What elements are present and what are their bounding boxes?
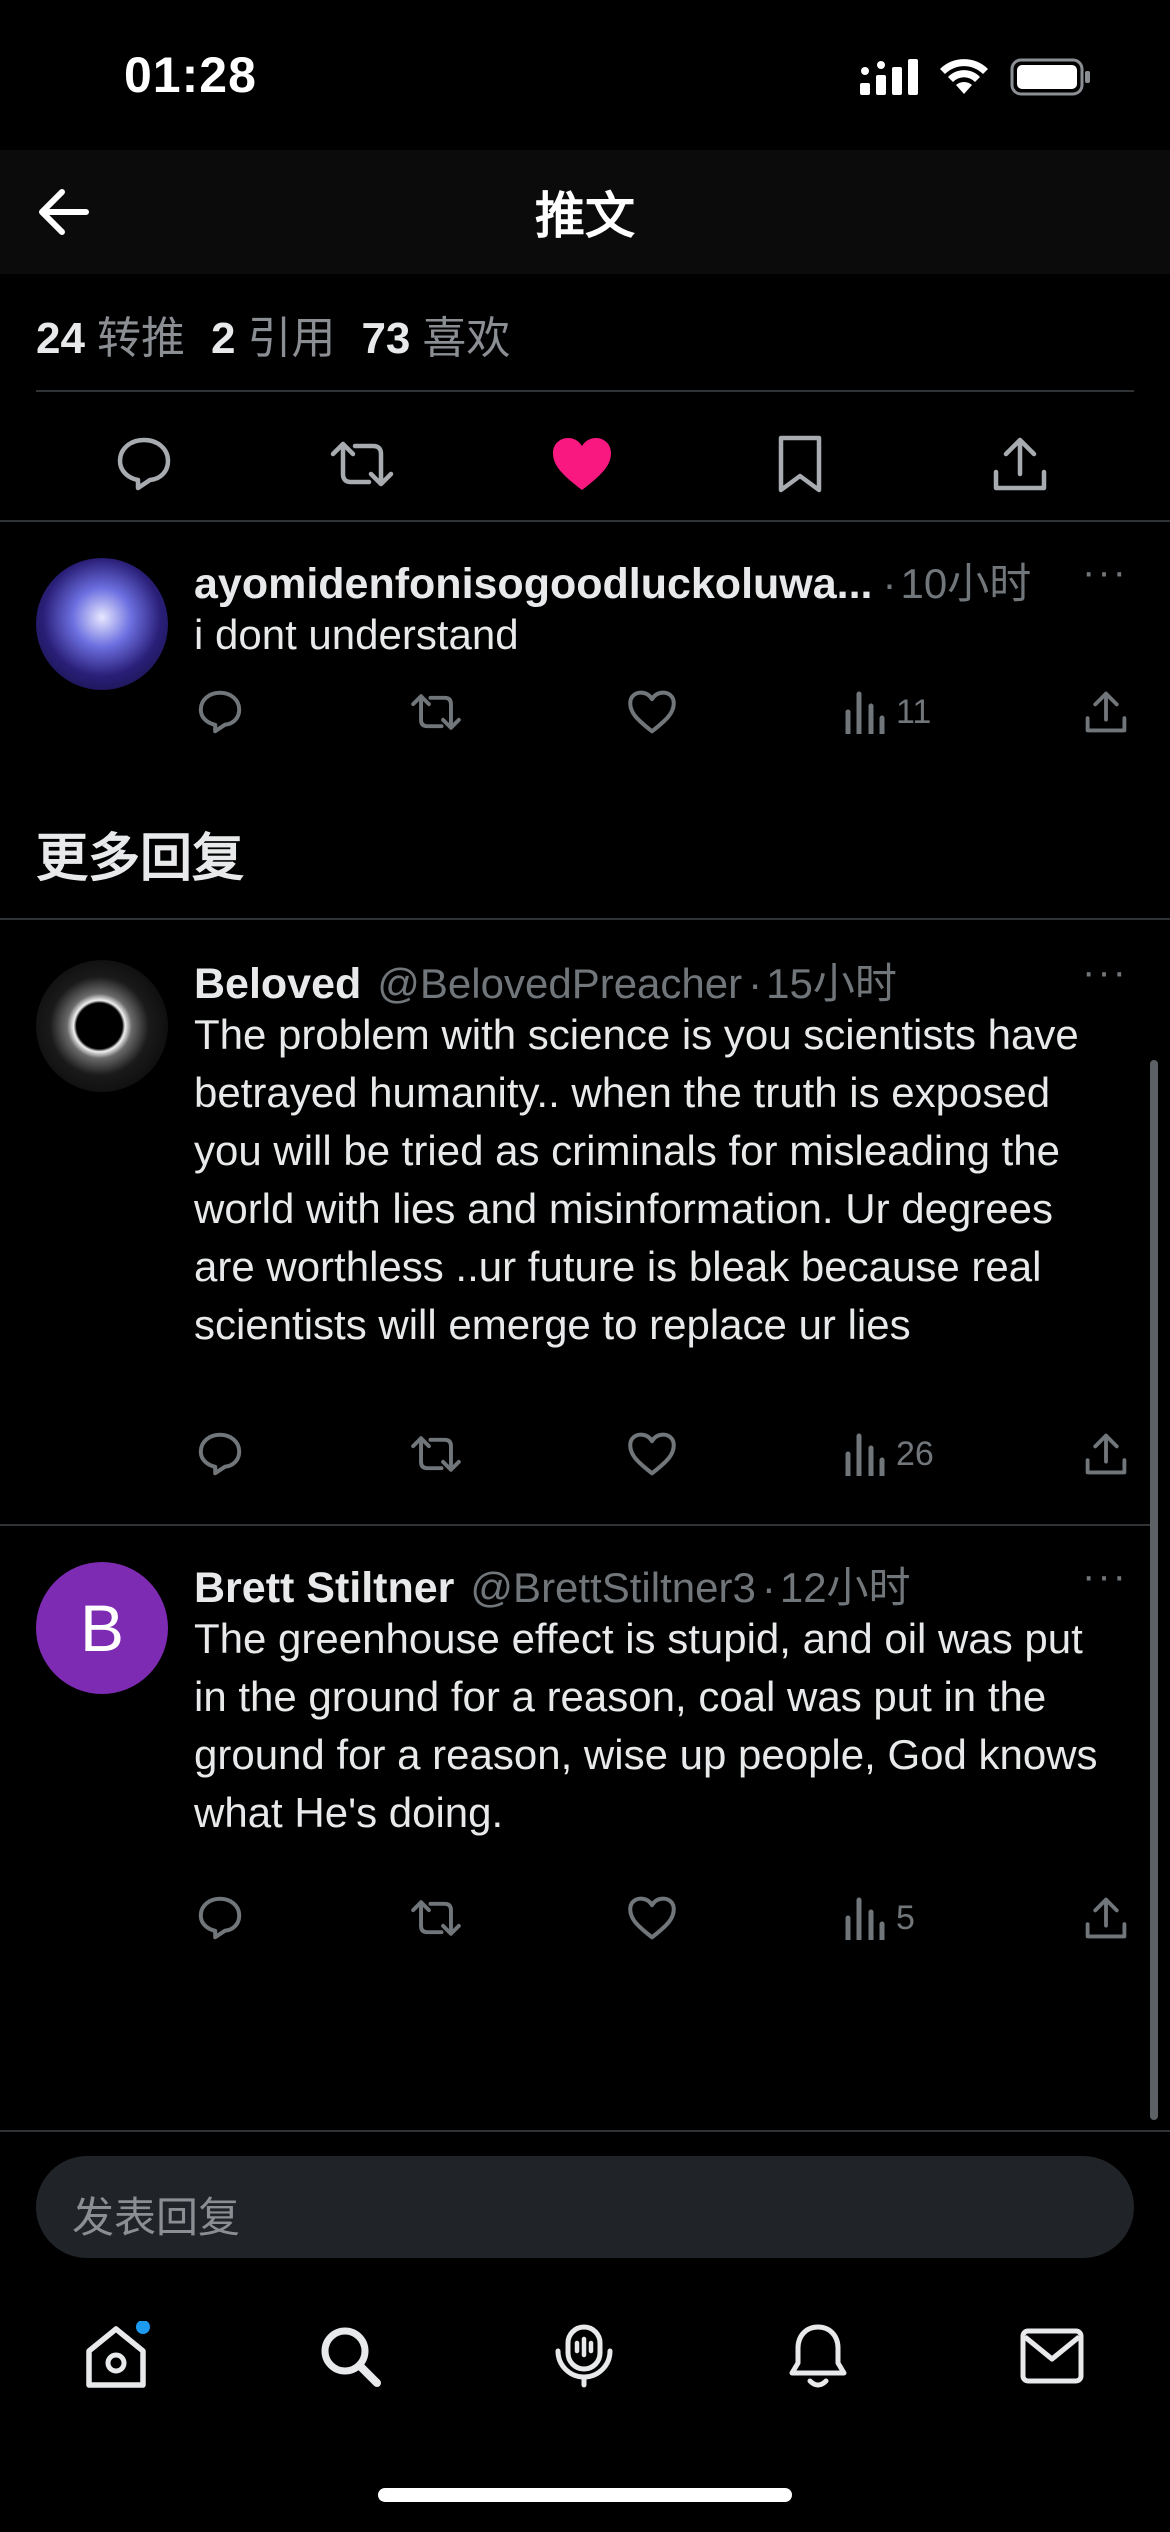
quote-stat[interactable]: 2 引用 [211,302,335,366]
notifications-bell-icon[interactable] [780,2318,856,2394]
tweet-text: i dont understand [194,611,519,658]
tweet-text: The greenhouse effect is stupid, and oil… [194,1615,1098,1836]
views-count: 11 [896,692,932,731]
display-name[interactable]: Beloved [194,960,361,1009]
more-options-icon[interactable]: ··· [1082,550,1128,595]
like-heart-icon-active[interactable] [546,428,618,500]
reply-tweet[interactable]: ayomidenfonisogoodluckoluwa... · 10小时 ··… [0,522,1170,762]
reply-icon[interactable] [108,428,180,500]
more-options-icon[interactable]: ··· [1082,950,1128,995]
views-count: 26 [896,1434,934,1473]
scrollbar[interactable] [1150,1060,1158,2120]
like-icon[interactable] [626,686,678,738]
views-chart-icon [845,1897,885,1940]
retweet-icon[interactable] [410,1892,462,1944]
status-icons [860,58,1092,96]
user-handle[interactable]: @BelovedPreacher [377,960,742,1008]
reply-action-row: 26 [194,1428,1134,1488]
like-stat[interactable]: 73 喜欢 [361,302,510,366]
bottom-tab-bar [0,2280,1170,2430]
share-icon[interactable] [1080,1428,1132,1480]
divider [0,2130,1170,2132]
views-stat[interactable]: 11 [844,690,931,734]
home-tab-icon[interactable] [78,2318,154,2394]
avatar[interactable] [36,558,168,690]
more-options-icon[interactable]: ··· [1082,1554,1128,1599]
display-name[interactable]: ayomidenfonisogoodluckoluwa... [194,560,873,609]
timestamp[interactable]: 15小时 [766,950,897,1011]
views-chart-icon [845,691,885,734]
share-icon[interactable] [1080,1892,1132,1944]
divider [36,390,1134,392]
views-chart-icon [845,1433,885,1476]
separator: · [748,960,763,1007]
share-icon[interactable] [1080,686,1132,738]
reply-icon[interactable] [194,1892,246,1944]
reply-tweet[interactable]: B Brett Stiltner @BrettStiltner3 · 12小时 … [0,1526,1150,1966]
reply-action-row: 5 [194,1892,1134,1952]
views-count: 5 [896,1898,915,1937]
tweet-text: The problem with science is you scientis… [194,1011,1079,1348]
reply-icon[interactable] [194,686,246,738]
like-icon[interactable] [626,1892,678,1944]
like-icon[interactable] [626,1428,678,1480]
retweet-icon[interactable] [410,1428,462,1480]
tweet-engagement-stats: 24 转推 2 引用 73 喜欢 [36,302,510,366]
battery-icon [1010,58,1090,96]
retweet-icon[interactable] [410,686,462,738]
display-name[interactable]: Brett Stiltner [194,1564,454,1613]
more-replies-heading: 更多回复 [36,830,245,888]
reply-tweet[interactable]: Beloved @BelovedPreacher · 15小时 ··· The … [0,920,1150,1524]
retweet-icon[interactable] [326,428,398,500]
timestamp[interactable]: 12小时 [780,1554,911,1615]
cellular-signal-icon [860,59,918,95]
wifi-icon [940,59,988,94]
spaces-tab-icon[interactable] [546,2318,622,2394]
home-indicator[interactable] [378,2488,792,2502]
messages-mail-icon[interactable] [1014,2318,1090,2394]
tweet-action-bar [0,410,1170,520]
reply-icon[interactable] [194,1428,246,1480]
reply-action-row: 11 [194,686,1134,746]
separator: · [761,1564,776,1611]
views-stat[interactable]: 5 [844,1896,915,1940]
reply-input-placeholder: 发表回复 [72,2194,241,2241]
avatar[interactable]: B [36,1562,168,1694]
status-time: 01:28 [124,47,257,103]
bookmark-icon[interactable] [764,428,836,500]
avatar[interactable] [36,960,168,1092]
share-icon[interactable] [984,428,1056,500]
retweet-stat[interactable]: 24 转推 [36,302,185,366]
reply-input[interactable]: 发表回复 [36,2156,1134,2258]
page-title: 推文 [535,188,635,244]
timestamp[interactable]: 10小时 [901,550,1032,611]
search-tab-icon[interactable] [312,2318,388,2394]
user-handle[interactable]: @BrettStiltner3 [470,1564,755,1612]
separator: · [882,560,897,607]
notification-dot [136,2321,150,2334]
views-stat[interactable]: 26 [844,1432,934,1476]
